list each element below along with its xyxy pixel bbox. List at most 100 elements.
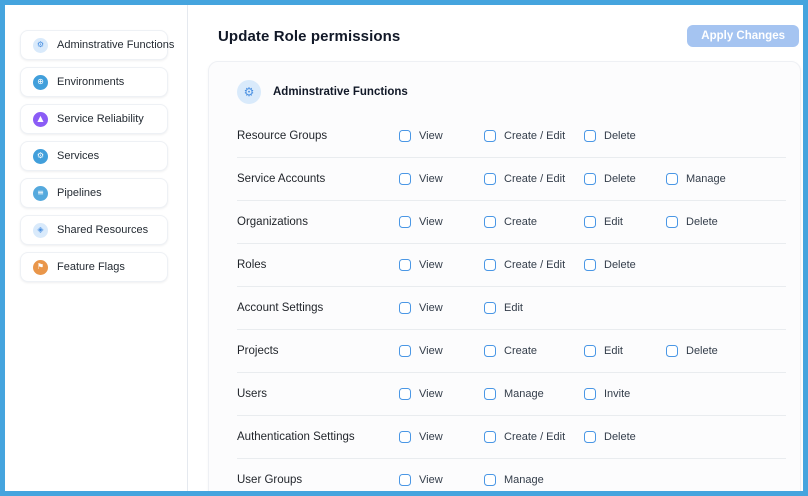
permissions-card-header: ⚙ Adminstrative Functions: [237, 80, 786, 104]
permission-checkbox-label: Manage: [504, 388, 544, 400]
permission-cell: Manage: [484, 388, 584, 400]
permission-checkbox[interactable]: [584, 345, 596, 357]
sidebar-item[interactable]: ◈ Shared Resources: [20, 215, 168, 245]
permission-cell: Delete: [666, 216, 786, 228]
permission-checkbox[interactable]: [584, 259, 596, 271]
permission-row: Projects View Create Edit Delete: [237, 330, 786, 373]
permission-row-label: Resource Groups: [237, 130, 399, 142]
permission-checkbox-label: Delete: [604, 431, 636, 443]
permission-checkbox-label: View: [419, 431, 443, 443]
permission-checkbox-label: Create / Edit: [504, 431, 565, 443]
permission-checkbox[interactable]: [484, 130, 496, 142]
permission-checkbox[interactable]: [484, 431, 496, 443]
permission-row: Account Settings View Edit: [237, 287, 786, 330]
permission-row-label: User Groups: [237, 474, 399, 486]
permission-checkbox-label: Invite: [604, 388, 630, 400]
permission-checkbox[interactable]: [666, 173, 678, 185]
permission-checkbox[interactable]: [484, 259, 496, 271]
permission-cell: Delete: [584, 259, 666, 271]
permission-checkbox-label: View: [419, 216, 443, 228]
permission-checkbox[interactable]: [484, 388, 496, 400]
sidebar-item-label: Pipelines: [57, 187, 102, 199]
sidebar-item[interactable]: ⊕ Environments: [20, 67, 168, 97]
permission-checkbox[interactable]: [399, 474, 411, 486]
permission-checkbox[interactable]: [584, 173, 596, 185]
card-gear-icon: ⚙: [237, 80, 261, 104]
permission-row: Organizations View Create Edit Delete: [237, 201, 786, 244]
permission-checkbox-label: Delete: [686, 216, 718, 228]
permission-checkbox-label: Create / Edit: [504, 259, 565, 271]
permission-checkbox-label: View: [419, 259, 443, 271]
permission-checkbox[interactable]: [399, 259, 411, 271]
permission-checkbox[interactable]: [399, 173, 411, 185]
permission-checkbox-label: View: [419, 345, 443, 357]
permission-checkbox-label: Edit: [504, 302, 523, 314]
permission-checkbox[interactable]: [399, 345, 411, 357]
permission-checkbox-label: Create / Edit: [504, 173, 565, 185]
permission-checkbox[interactable]: [484, 216, 496, 228]
sidebar-item-label: Shared Resources: [57, 224, 148, 236]
permission-cell: Invite: [584, 388, 666, 400]
sidebar-item-label: Adminstrative Functions: [57, 39, 174, 51]
permission-checkbox[interactable]: [584, 431, 596, 443]
permissions-card: ⚙ Adminstrative Functions Resource Group…: [208, 61, 801, 496]
permission-row: Service Accounts View Create / Edit Dele…: [237, 158, 786, 201]
page-title: Update Role permissions: [218, 28, 400, 45]
permission-row-label: Roles: [237, 259, 399, 271]
permission-checkbox[interactable]: [399, 130, 411, 142]
permission-cell: View: [399, 302, 484, 314]
permission-cell: Manage: [484, 474, 584, 486]
permission-checkbox[interactable]: [399, 431, 411, 443]
sidebar-item-label: Feature Flags: [57, 261, 125, 273]
permission-cell: Create / Edit: [484, 259, 584, 271]
permission-checkbox-label: Manage: [686, 173, 726, 185]
sidebar-item[interactable]: ⚑ Feature Flags: [20, 252, 168, 282]
sidebar-item[interactable]: ≡ Pipelines: [20, 178, 168, 208]
permission-checkbox[interactable]: [584, 388, 596, 400]
permission-checkbox[interactable]: [484, 345, 496, 357]
globe-icon: ⊕: [33, 75, 48, 90]
permission-checkbox-label: Manage: [504, 474, 544, 486]
shared-resources-icon: ◈: [33, 223, 48, 238]
permission-row-label: Authentication Settings: [237, 431, 399, 443]
reliability-icon: ▲: [33, 112, 48, 127]
permission-checkbox-label: View: [419, 474, 443, 486]
permission-cell: Delete: [584, 431, 666, 443]
permission-cell: Edit: [584, 345, 666, 357]
permission-checkbox[interactable]: [666, 345, 678, 357]
permissions-card-title: Adminstrative Functions: [273, 86, 408, 98]
permission-checkbox-label: Create: [504, 216, 537, 228]
permission-checkbox[interactable]: [399, 302, 411, 314]
sidebar-item[interactable]: ⚙ Adminstrative Functions: [20, 30, 168, 60]
permission-row-label: Projects: [237, 345, 399, 357]
sidebar-item-label: Service Reliability: [57, 113, 144, 125]
permission-cell: View: [399, 474, 484, 486]
permission-checkbox[interactable]: [484, 474, 496, 486]
permission-checkbox[interactable]: [584, 216, 596, 228]
sidebar-item[interactable]: ▲ Service Reliability: [20, 104, 168, 134]
permission-checkbox-label: View: [419, 302, 443, 314]
permission-checkbox[interactable]: [399, 388, 411, 400]
gear-icon: ⚙: [33, 38, 48, 53]
permission-cell: Manage: [666, 173, 786, 185]
sidebar-item[interactable]: ⚙ Services: [20, 141, 168, 171]
permission-cell: Create: [484, 345, 584, 357]
permission-checkbox[interactable]: [484, 302, 496, 314]
permission-cell: Create / Edit: [484, 173, 584, 185]
permission-checkbox[interactable]: [484, 173, 496, 185]
permission-checkbox[interactable]: [584, 130, 596, 142]
permission-checkbox[interactable]: [666, 216, 678, 228]
permission-checkbox-label: Delete: [604, 130, 636, 142]
permission-cell: View: [399, 345, 484, 357]
permission-checkbox-label: Edit: [604, 345, 623, 357]
permission-cell: Delete: [584, 130, 666, 142]
sidebar-item-label: Environments: [57, 76, 124, 88]
permission-row: User Groups View Manage: [237, 459, 786, 496]
apply-changes-button[interactable]: Apply Changes: [687, 25, 799, 47]
permission-row: Roles View Create / Edit Delete: [237, 244, 786, 287]
permission-checkbox-label: Create: [504, 345, 537, 357]
permission-cell: View: [399, 130, 484, 142]
permission-cell: Create: [484, 216, 584, 228]
permission-checkbox-label: View: [419, 130, 443, 142]
permission-checkbox[interactable]: [399, 216, 411, 228]
